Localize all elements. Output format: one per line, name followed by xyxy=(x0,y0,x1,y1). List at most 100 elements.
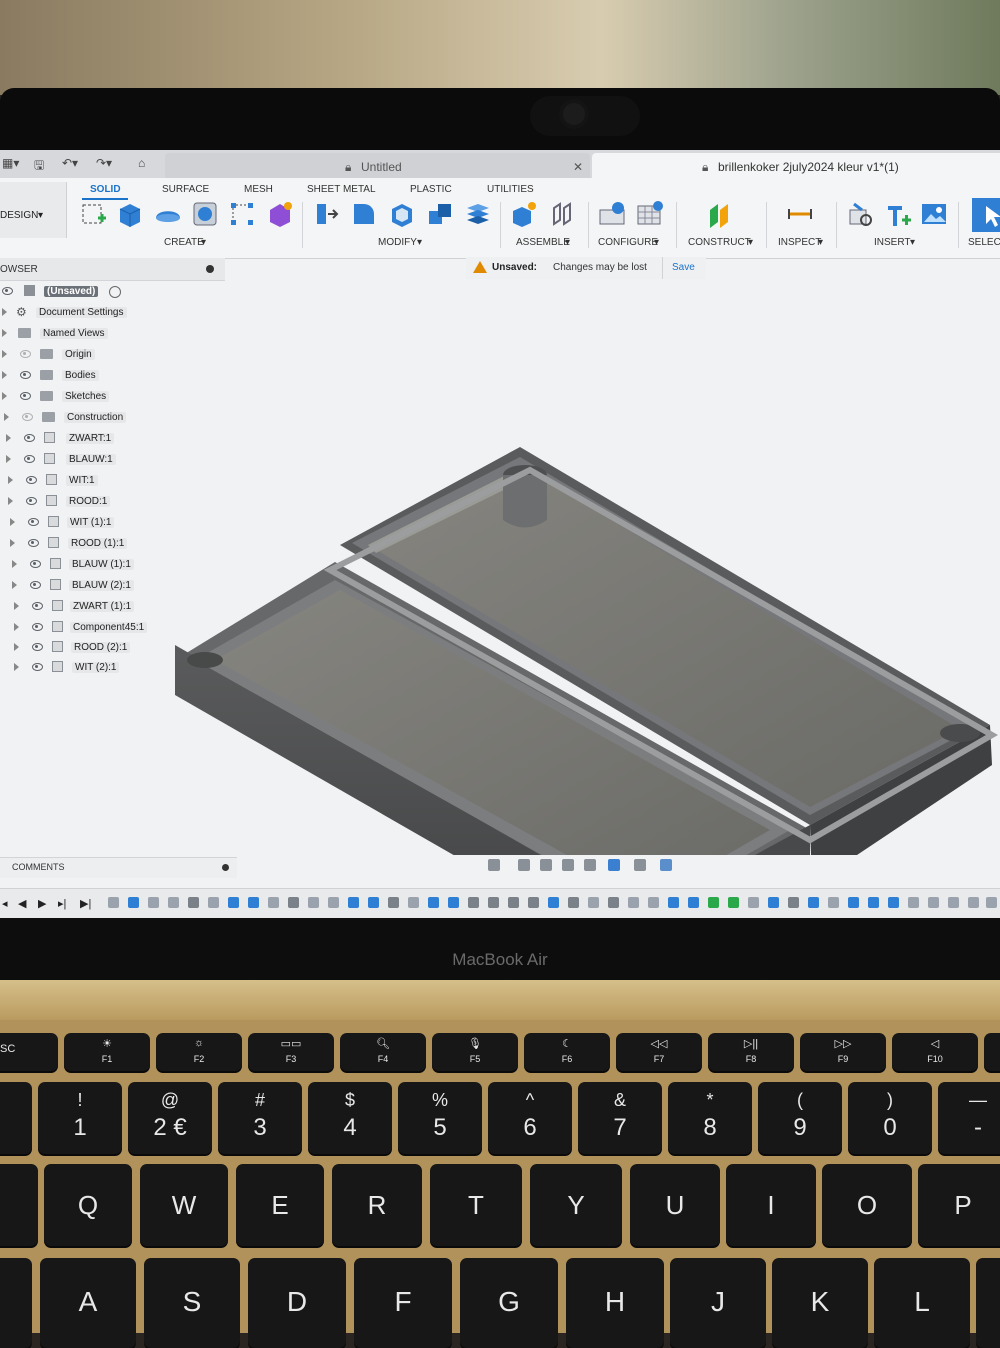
tree-item-component[interactable]: WIT (2):1 xyxy=(10,660,150,676)
tree-item-component[interactable]: BLAUW (2):1 xyxy=(8,578,148,594)
key-f1[interactable]: ☀ F1 xyxy=(64,1033,150,1071)
key-f2[interactable]: ☼ F2 xyxy=(156,1033,242,1071)
save-icon[interactable]: 🖫 xyxy=(34,156,44,177)
group-assemble-label[interactable]: ASSEMBLE xyxy=(516,237,570,248)
tree-item-component[interactable]: ROOD (2):1 xyxy=(10,640,150,656)
key-o[interactable]: O xyxy=(822,1164,912,1246)
visibility-eye-icon[interactable] xyxy=(20,350,31,358)
select-icon[interactable] xyxy=(972,198,1000,232)
expand-arrow-icon[interactable] xyxy=(14,602,19,610)
zoom-icon[interactable] xyxy=(562,859,574,871)
expand-arrow-icon[interactable] xyxy=(2,308,7,316)
expand-arrow-icon[interactable] xyxy=(8,497,13,505)
step-back-icon[interactable]: ◀ xyxy=(18,897,26,910)
expand-arrow-icon[interactable] xyxy=(14,663,19,671)
key-f6[interactable]: ☾ F6 xyxy=(524,1033,610,1071)
visibility-eye-icon[interactable] xyxy=(32,663,43,671)
step-forward-icon[interactable]: ▸| xyxy=(58,897,66,910)
expand-arrow-icon[interactable] xyxy=(4,413,9,421)
hole-icon[interactable] xyxy=(191,200,219,228)
group-configure-label[interactable]: CONFIGURE xyxy=(598,237,658,248)
tree-item-bodies[interactable]: Bodies xyxy=(0,368,140,384)
key-s[interactable]: S xyxy=(144,1258,240,1348)
expand-arrow-icon[interactable] xyxy=(12,581,17,589)
group-insert-label[interactable]: INSERT xyxy=(874,237,911,248)
expand-arrow-icon[interactable] xyxy=(10,539,15,547)
save-link[interactable]: Save xyxy=(672,262,695,273)
expand-arrow-icon[interactable] xyxy=(2,392,7,400)
tree-item-component[interactable]: BLAUW:1 xyxy=(2,452,142,468)
group-modify-label[interactable]: MODIFY xyxy=(378,237,417,248)
expand-comments-icon[interactable] xyxy=(222,864,229,871)
tree-item-component[interactable]: ROOD:1 xyxy=(4,494,144,510)
insert-derive-icon[interactable] xyxy=(846,200,874,228)
group-inspect-label[interactable]: INSPECT xyxy=(778,237,821,248)
key-q[interactable]: Q xyxy=(44,1164,132,1246)
expand-arrow-icon[interactable] xyxy=(10,518,15,526)
combine-icon[interactable] xyxy=(426,200,454,228)
key-w[interactable]: W xyxy=(140,1164,228,1246)
key-p[interactable]: P xyxy=(918,1164,1000,1246)
key-d[interactable]: D xyxy=(248,1258,346,1348)
visibility-eye-icon[interactable] xyxy=(32,623,43,631)
visibility-eye-icon[interactable] xyxy=(26,476,37,484)
key-2[interactable]: @2 € xyxy=(128,1082,212,1154)
key-j[interactable]: J xyxy=(670,1258,766,1348)
key-0[interactable]: ) 0 xyxy=(848,1082,932,1154)
key-6[interactable]: ^ 6 xyxy=(488,1082,572,1154)
joint-icon[interactable] xyxy=(548,200,576,228)
visibility-eye-icon[interactable] xyxy=(32,643,43,651)
key-7[interactable]: & 7 xyxy=(578,1082,662,1154)
create-form-icon[interactable] xyxy=(266,200,294,228)
close-tab-icon[interactable]: ✕ xyxy=(573,160,583,174)
look-at-icon[interactable] xyxy=(518,859,530,871)
group-create-label[interactable]: CREATE xyxy=(164,237,204,248)
tab-untitled[interactable]: 🔒︎ Untitled ✕ xyxy=(165,153,590,178)
activate-radio-icon[interactable] xyxy=(109,286,121,298)
key-i[interactable]: I xyxy=(726,1164,816,1246)
tab-surface[interactable]: SURFACE xyxy=(162,184,209,195)
visibility-eye-icon[interactable] xyxy=(24,455,35,463)
pan-icon[interactable] xyxy=(540,859,552,871)
expand-arrow-icon[interactable] xyxy=(14,623,19,631)
key-f7[interactable]: ◁◁ F7 xyxy=(616,1033,702,1071)
extrude-box-icon[interactable] xyxy=(116,200,144,228)
go-to-start-icon[interactable]: ◂ xyxy=(2,897,8,910)
tree-item-component[interactable]: WIT:1 xyxy=(4,473,144,489)
expand-arrow-icon[interactable] xyxy=(6,455,11,463)
key-semicolon[interactable] xyxy=(976,1258,1000,1348)
play-icon[interactable]: ▶ xyxy=(38,897,46,910)
group-construct-label[interactable]: CONSTRUCT xyxy=(688,237,751,248)
tree-item-origin[interactable]: Origin xyxy=(0,347,140,363)
key-backtick[interactable] xyxy=(0,1082,32,1154)
tree-item-component[interactable]: ZWART:1 xyxy=(2,431,142,447)
tab-solid[interactable]: SOLID xyxy=(90,184,121,195)
new-component-icon[interactable] xyxy=(510,200,538,228)
tree-item-construction[interactable]: Construction xyxy=(0,410,140,426)
tree-item-component[interactable]: BLAUW (1):1 xyxy=(8,557,148,573)
press-pull-icon[interactable] xyxy=(312,200,340,228)
go-to-end-icon[interactable]: ▶| xyxy=(80,897,91,910)
key-f9[interactable]: ▷▷ F9 xyxy=(800,1033,886,1071)
visibility-eye-icon[interactable] xyxy=(20,371,31,379)
display-settings-icon[interactable] xyxy=(608,859,620,871)
insert-canvas-icon[interactable] xyxy=(920,200,948,228)
visibility-eye-icon[interactable] xyxy=(22,413,33,421)
key-tab[interactable] xyxy=(0,1164,38,1246)
configure-rules-icon[interactable] xyxy=(636,200,664,228)
key-g[interactable]: G xyxy=(460,1258,558,1348)
key-h[interactable]: H xyxy=(566,1258,664,1348)
visibility-eye-icon[interactable] xyxy=(28,539,39,547)
key-k[interactable]: K xyxy=(772,1258,868,1348)
key-f5[interactable]: 🎙︎ F5 xyxy=(432,1033,518,1071)
tree-item-document-settings[interactable]: ⚙ Document Settings xyxy=(0,305,140,321)
undo-icon[interactable]: ↶▾ xyxy=(62,156,78,170)
key-4[interactable]: $4 xyxy=(308,1082,392,1154)
tree-item-component[interactable]: ZWART (1):1 xyxy=(10,599,150,615)
key-f10[interactable]: ◁ F10 xyxy=(892,1033,978,1071)
tree-item-component[interactable]: WIT (1):1 xyxy=(6,515,146,531)
timeline-features[interactable] xyxy=(108,897,1000,911)
key-minus[interactable]: — - xyxy=(938,1082,1000,1154)
grid-menu-icon[interactable]: ▦▾ xyxy=(2,156,19,170)
grid-settings-icon[interactable] xyxy=(634,859,646,871)
